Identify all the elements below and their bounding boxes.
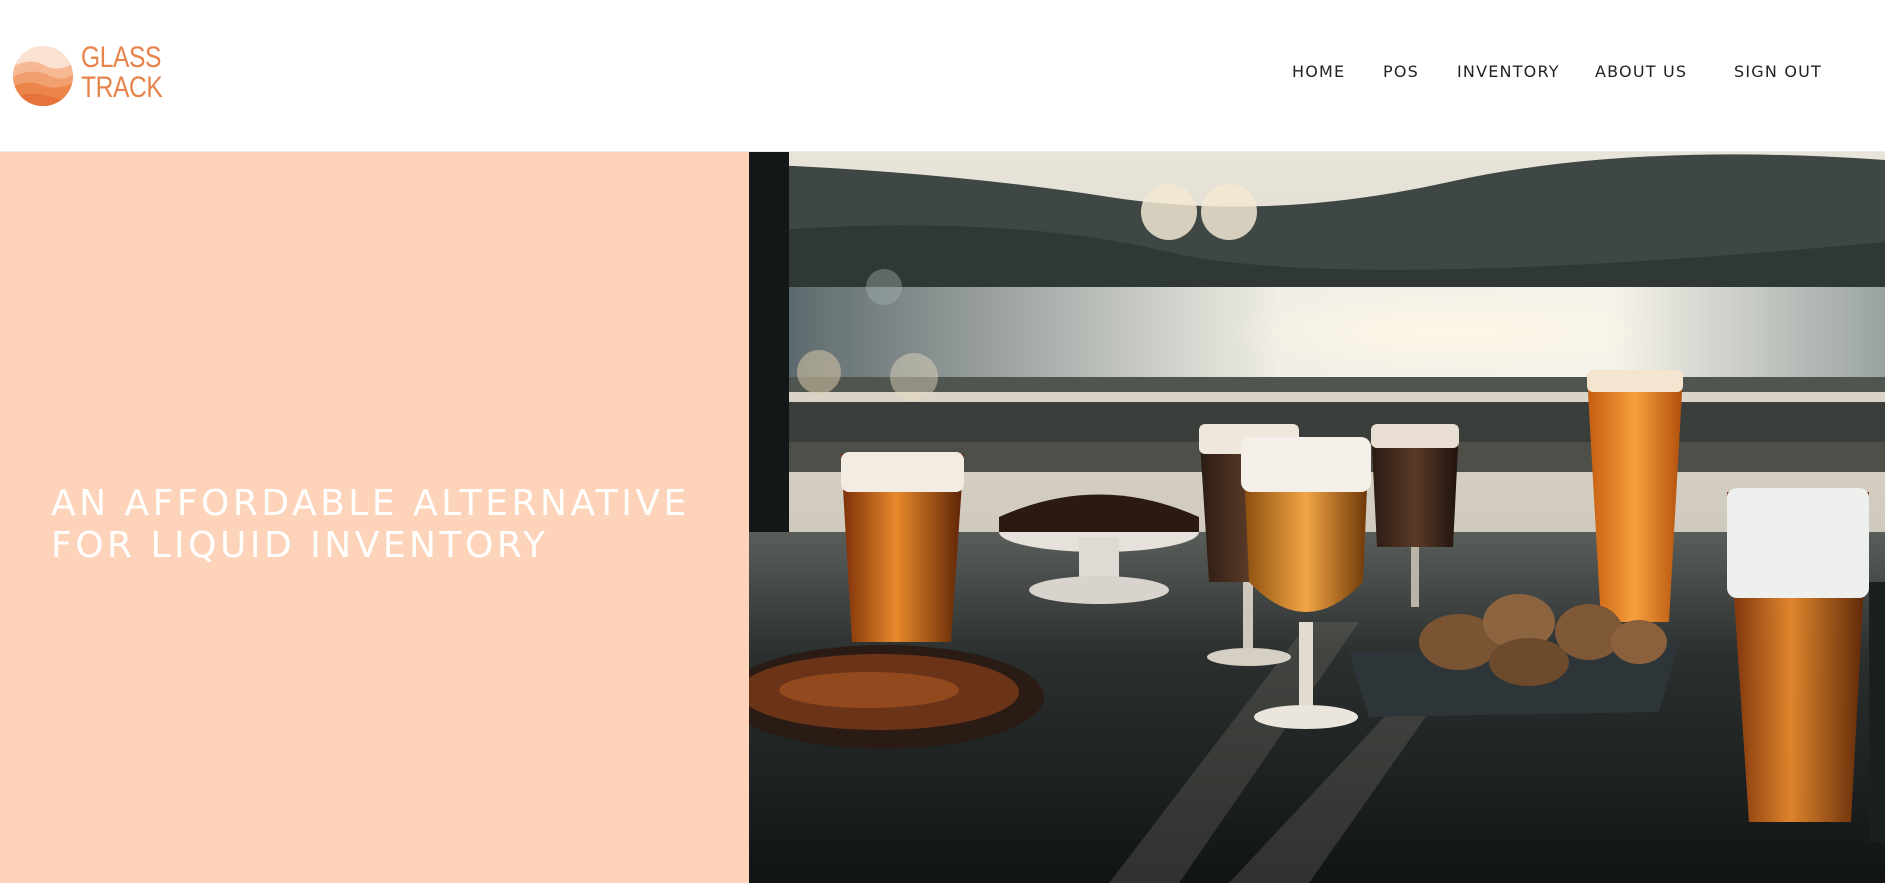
nav-sign-out[interactable]: SIGN OUT bbox=[1734, 62, 1822, 81]
beer-glasses-on-table-photo bbox=[749, 152, 1885, 883]
brand-wordmark: GLASS TRACK bbox=[81, 41, 163, 104]
hero-photo-illustration bbox=[749, 152, 1885, 883]
sunset-hills-logo-icon bbox=[13, 46, 73, 106]
nav-about-us[interactable]: ABOUT US bbox=[1595, 62, 1687, 81]
hero-heading-line1: AN AFFORDABLE ALTERNATIVE bbox=[51, 483, 690, 524]
nav-inventory[interactable]: INVENTORY bbox=[1457, 62, 1560, 81]
hero-heading-line2: FOR LIQUID INVENTORY bbox=[51, 525, 549, 566]
brand-logo[interactable]: GLASS TRACK bbox=[12, 41, 163, 106]
hero-text-panel: AN AFFORDABLE ALTERNATIVE FOR LIQUID INV… bbox=[0, 152, 749, 883]
site-header: GLASS TRACK HOME POS INVENTORY ABOUT US … bbox=[0, 0, 1885, 152]
nav-home[interactable]: HOME bbox=[1292, 62, 1345, 81]
brand-line1: GLASS bbox=[81, 41, 162, 74]
hero-heading: AN AFFORDABLE ALTERNATIVE FOR LIQUID INV… bbox=[51, 483, 741, 567]
brand-line2: TRACK bbox=[81, 71, 163, 104]
nav-pos[interactable]: POS bbox=[1383, 62, 1419, 81]
